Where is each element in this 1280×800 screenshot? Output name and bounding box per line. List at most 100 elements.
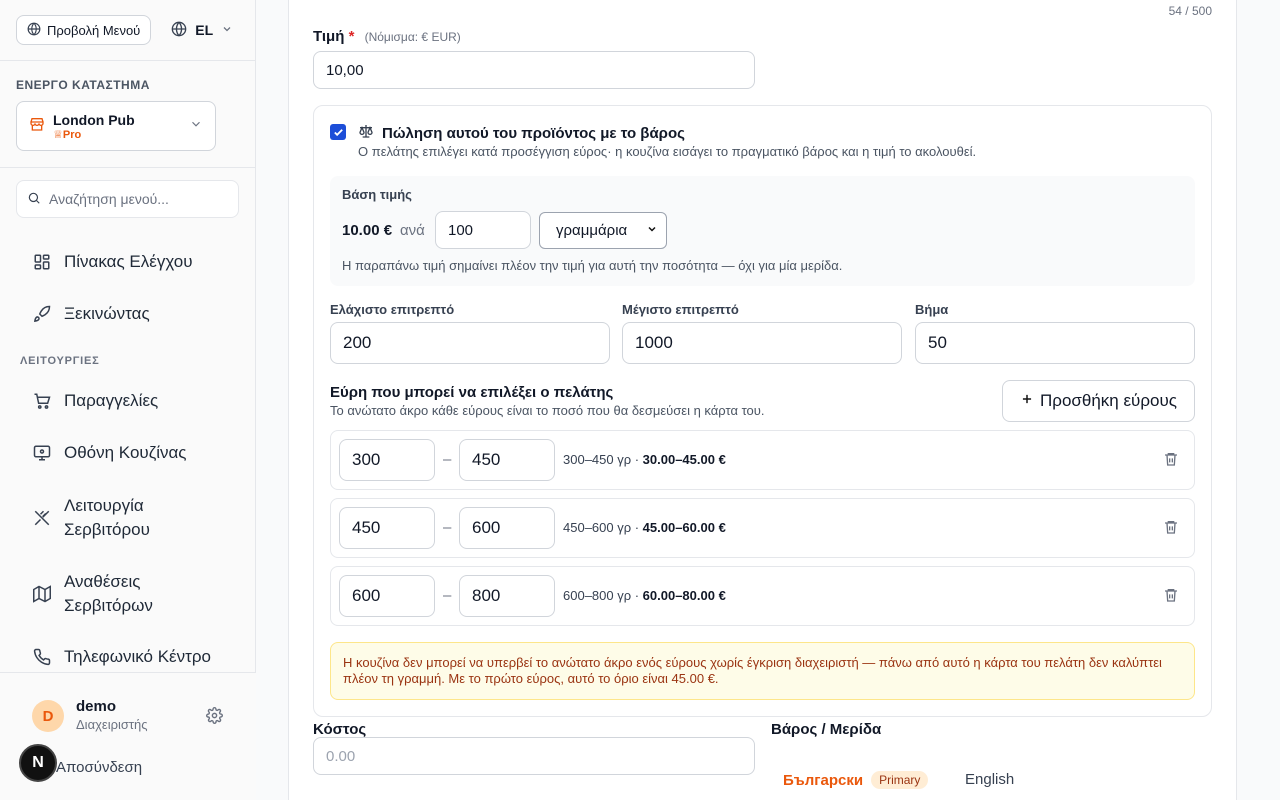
max-allowed-input[interactable]: 1000: [622, 322, 902, 364]
divider: [0, 60, 256, 61]
range-info: 300–450 γρ · 30.00–45.00 €: [563, 452, 726, 467]
store-name: London Pub: [53, 111, 135, 128]
range-from-input[interactable]: 450: [339, 507, 435, 549]
nav-item-orders[interactable]: Παραγγελίες: [32, 391, 158, 411]
nav-label: Τηλεφωνικό Κέντρο: [64, 647, 211, 666]
monitor-icon: [32, 443, 52, 463]
nav-label: Ξεκινώντας: [64, 304, 150, 323]
ranges-subtitle: Το ανώτατο άκρο κάθε εύρους είναι το ποσ…: [330, 403, 765, 418]
nav-label: Πίνακας Ελέγχου: [64, 252, 193, 271]
globe-icon: [171, 21, 187, 40]
step-label: Βήμα: [915, 302, 949, 317]
range-row: 450 – 600 450–600 γρ · 45.00–60.00 €: [330, 498, 1195, 558]
store-switcher[interactable]: London Pub ♕Pro: [16, 101, 216, 151]
nav-item-dashboard[interactable]: Πίνακας Ελέγχου: [32, 252, 193, 272]
price-label: Τιμή * (Νόμισμα: € EUR): [313, 28, 461, 45]
range-from-input[interactable]: 300: [339, 439, 435, 481]
price-basis-quantity-input[interactable]: 100: [435, 211, 531, 249]
tab-bulgarian[interactable]: Български Primary: [783, 771, 929, 789]
language-code: EL: [195, 22, 214, 38]
user-name: demo: [76, 698, 117, 715]
price-basis-box: Βάση τιμής 10.00 € ανά 100 γραμμάρια Η π…: [330, 176, 1195, 286]
cost-label: Κόστος: [313, 721, 367, 738]
range-info: 450–600 γρ · 45.00–60.00 €: [563, 520, 726, 535]
range-row: 600 – 800 600–800 γρ · 60.00–80.00 €: [330, 566, 1195, 626]
plus-icon: [1020, 391, 1034, 411]
currency-hint: (Νόμισμα: € EUR): [364, 30, 461, 44]
crown-icon: ♕: [53, 128, 63, 141]
sell-by-weight-description: Ο πελάτης επιλέγει κατά προσέγγιση εύρος…: [358, 144, 977, 159]
nav-item-getting-started[interactable]: Ξεκινώντας: [32, 304, 150, 324]
divider: [0, 167, 256, 168]
cost-input[interactable]: 0.00: [313, 737, 755, 775]
price-input[interactable]: 10,00: [313, 51, 755, 89]
price-basis-per: ανά: [400, 222, 425, 239]
price-basis-price: 10.00 €: [342, 222, 393, 239]
range-to-input[interactable]: 800: [459, 575, 555, 617]
range-dash: –: [443, 587, 452, 604]
step-input[interactable]: 50: [915, 322, 1195, 364]
store-section-label: ΕΝΕΡΓΟ ΚΑΤΑΣΤΗΜΑ: [16, 78, 150, 92]
nav-label: Οθόνη Κουζίνας: [64, 443, 187, 462]
menu-view-button[interactable]: Προβολή Μενού: [16, 15, 152, 45]
nav-item-waiter-assignments[interactable]: Αναθέσεις Σερβιτόρων: [32, 570, 214, 618]
sell-by-weight-checkbox[interactable]: [330, 124, 346, 140]
phone-icon: [32, 647, 52, 667]
search-icon: [27, 191, 41, 208]
tab-label: Български: [783, 771, 864, 789]
nav-item-call-center[interactable]: Τηλεφωνικό Κέντρο: [32, 647, 211, 667]
nav-item-waiter-mode[interactable]: Λειτουργία Σερβιτόρου: [32, 494, 214, 542]
price-basis-note: Η παραπάνω τιμή σημαίνει πλέον την τιμή …: [342, 258, 843, 273]
add-range-label: Προσθήκη εύρους: [1040, 391, 1177, 410]
rocket-icon: [32, 304, 52, 324]
weight-limit-warning: Η κουζίνα δεν μπορεί να υπερβεί το ανώτα…: [330, 642, 1195, 700]
sell-by-weight-title: Πώληση αυτού του προϊόντος με το βάρος: [358, 123, 685, 143]
sidebar-topbar: Προβολή Μενού EL: [16, 15, 233, 45]
search-placeholder: Αναζήτηση μενού...: [49, 191, 169, 207]
user-role: Διαχειριστής: [76, 717, 148, 732]
language-select[interactable]: EL: [163, 21, 233, 40]
price-basis-label: Βάση τιμής: [342, 187, 412, 202]
range-to-input[interactable]: 600: [459, 507, 555, 549]
menu-view-label: Προβολή Μενού: [47, 22, 141, 38]
tab-english[interactable]: English: [965, 771, 1014, 788]
char-counter: 54 / 500: [1168, 4, 1212, 18]
trash-icon[interactable]: [1163, 451, 1179, 472]
store-icon: [29, 116, 45, 137]
scale-icon: [358, 123, 374, 143]
avatar: D: [32, 700, 64, 732]
price-basis-unit-select[interactable]: γραμμάρια: [539, 212, 667, 249]
chevron-down-icon: [189, 117, 203, 136]
main-content: 54 / 500 Τιμή * (Νόμισμα: € EUR) 10,00 Π…: [256, 0, 1280, 800]
range-dash: –: [443, 519, 452, 536]
unit-value: γραμμάρια: [556, 222, 628, 239]
weight-portion-label: Βάρος / Μερίδα: [771, 721, 882, 738]
min-allowed-input[interactable]: 200: [330, 322, 610, 364]
store-plan-badge: ♕Pro: [53, 128, 82, 141]
nav-label: Αναθέσεις Σερβιτόρων: [64, 572, 153, 615]
max-allowed-label: Μέγιστο επιτρεπτό: [622, 302, 739, 317]
range-to-input[interactable]: 450: [459, 439, 555, 481]
range-row: 300 – 450 300–450 γρ · 30.00–45.00 €: [330, 430, 1195, 490]
app-badge[interactable]: N: [19, 744, 57, 782]
nav-label: Παραγγελίες: [64, 391, 159, 410]
primary-badge: Primary: [871, 771, 929, 789]
cart-icon: [32, 391, 52, 411]
sell-by-weight-panel: Πώληση αυτού του προϊόντος με το βάρος Ο…: [313, 105, 1212, 717]
product-form-card: 54 / 500 Τιμή * (Νόμισμα: € EUR) 10,00 Π…: [288, 0, 1237, 800]
add-range-button[interactable]: Προσθήκη εύρους: [1002, 380, 1195, 422]
logout-button[interactable]: Αποσύνδεση: [56, 759, 142, 776]
utensils-icon: [32, 508, 52, 528]
menu-search-input[interactable]: Αναζήτηση μενού...: [16, 180, 239, 218]
trash-icon[interactable]: [1163, 519, 1179, 540]
map-icon: [32, 584, 52, 604]
chevron-down-icon: [646, 222, 658, 239]
globe-icon: [27, 22, 41, 39]
gear-icon[interactable]: [206, 707, 223, 729]
nav-label: Λειτουργία Σερβιτόρου: [64, 496, 150, 539]
nav-item-kitchen-screen[interactable]: Οθόνη Κουζίνας: [32, 443, 187, 463]
min-allowed-label: Ελάχιστο επιτρεπτό: [330, 302, 455, 317]
required-mark: *: [348, 28, 355, 45]
trash-icon[interactable]: [1163, 587, 1179, 608]
range-from-input[interactable]: 600: [339, 575, 435, 617]
